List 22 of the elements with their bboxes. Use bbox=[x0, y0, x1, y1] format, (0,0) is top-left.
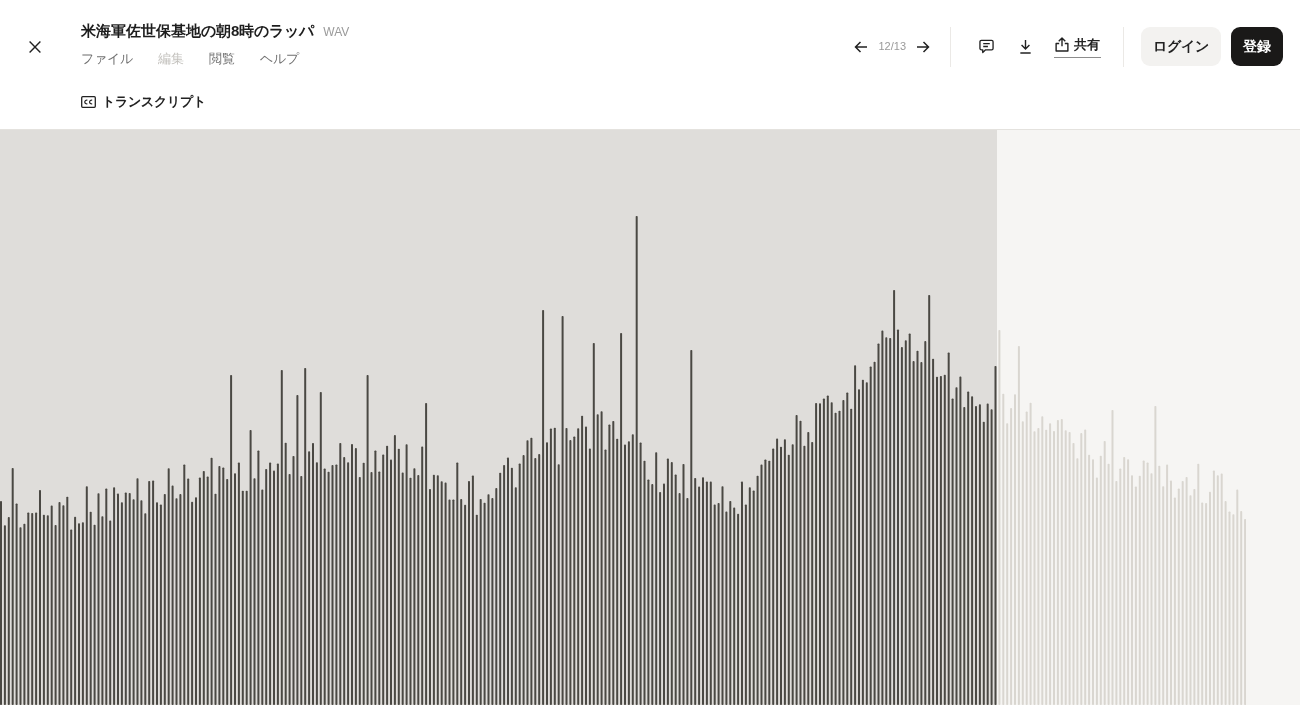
login-button[interactable]: ログイン bbox=[1141, 27, 1221, 66]
menu-item[interactable]: 閲覧 bbox=[209, 49, 235, 69]
menu-item[interactable]: ヘルプ bbox=[260, 49, 299, 69]
download-button[interactable] bbox=[1018, 39, 1033, 54]
arrow-right-icon bbox=[916, 39, 930, 54]
transcript-button[interactable]: トランスクリプト bbox=[81, 91, 206, 113]
page-counter: 12/13 bbox=[878, 39, 906, 55]
waveform-track[interactable] bbox=[0, 130, 1300, 705]
file-title: 米海軍佐世保基地の朝8時のラッパ bbox=[81, 21, 315, 41]
closed-captions-icon bbox=[81, 96, 96, 108]
comment-button[interactable] bbox=[979, 39, 994, 54]
share-button[interactable]: 共有 bbox=[1054, 35, 1101, 58]
file-type-label: WAV bbox=[323, 24, 350, 41]
download-icon bbox=[1018, 39, 1033, 54]
menu-item[interactable]: ファイル bbox=[81, 49, 133, 69]
share-icon bbox=[1055, 37, 1069, 52]
next-button[interactable] bbox=[916, 39, 930, 54]
arrow-left-icon bbox=[854, 39, 869, 54]
comment-icon bbox=[979, 39, 994, 54]
signup-button[interactable]: 登録 bbox=[1231, 27, 1283, 66]
close-icon bbox=[29, 41, 41, 53]
previous-button[interactable] bbox=[854, 39, 869, 54]
